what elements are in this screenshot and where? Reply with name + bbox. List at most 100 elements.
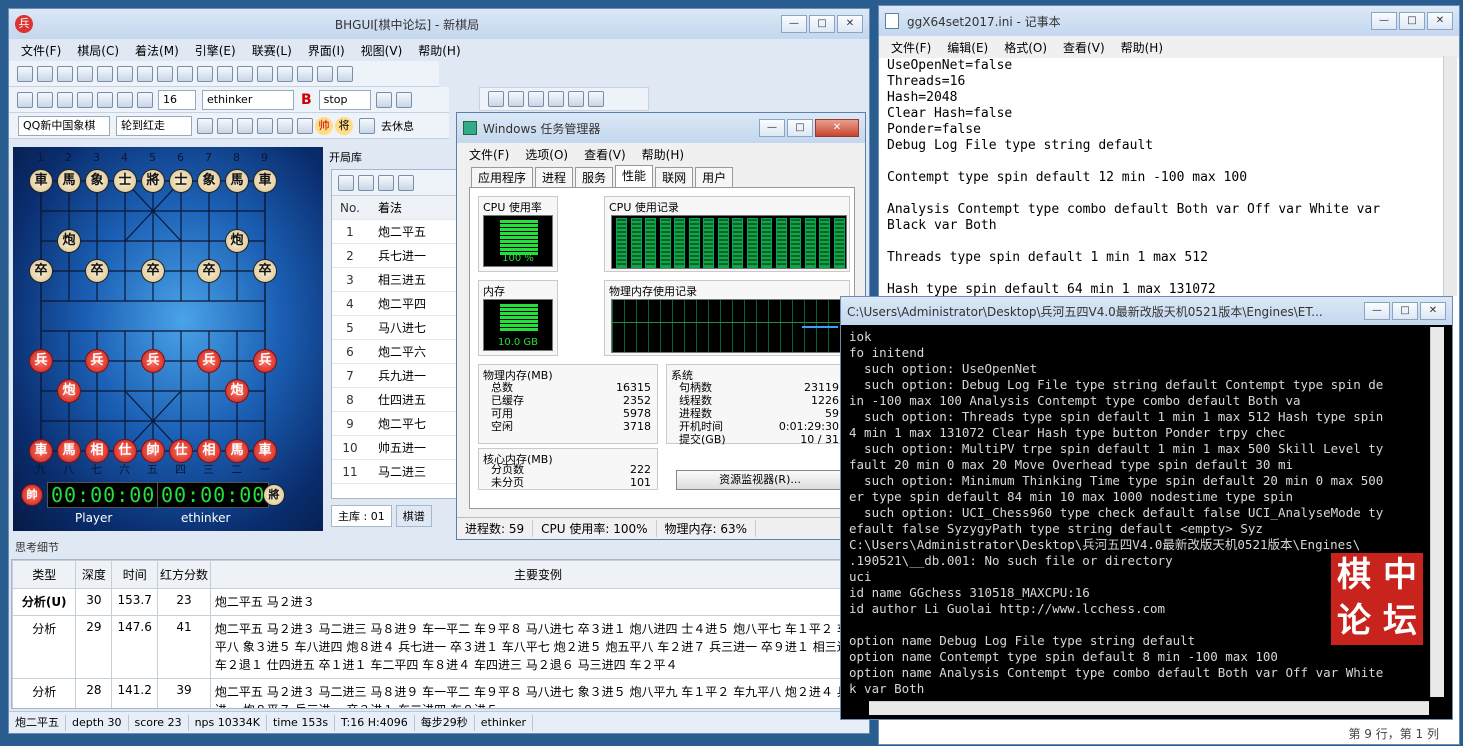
move-row[interactable]: 7 兵九进一: [332, 364, 460, 388]
black-piece[interactable]: 士: [169, 169, 193, 193]
ring-icon[interactable]: [277, 117, 293, 134]
tab-1[interactable]: 进程: [535, 167, 574, 187]
red-piece[interactable]: 兵: [253, 349, 277, 373]
red-piece[interactable]: 相: [85, 439, 109, 463]
table-icon[interactable]: [488, 91, 504, 107]
black-piece[interactable]: 車: [253, 169, 277, 193]
engine-icon[interactable]: [17, 91, 33, 108]
notepad-text-area[interactable]: UseOpenNet=false Threads=16 Hash=2048 Clear…: [887, 58, 1380, 298]
menu-item[interactable]: 帮助(H): [410, 42, 468, 59]
menu-item[interactable]: 棋局(C): [69, 42, 127, 59]
refresh-icon[interactable]: [117, 65, 133, 82]
rewind-icon[interactable]: [548, 91, 564, 107]
red-piece[interactable]: 兵: [197, 349, 221, 373]
engine-select[interactable]: ethinker: [202, 89, 294, 110]
black-piece[interactable]: 卒: [197, 259, 221, 283]
black-piece[interactable]: 象: [197, 169, 221, 193]
first-move-icon[interactable]: [177, 65, 193, 82]
table-row[interactable]: 分析 28 141.2 39 炮二平五 马２进３ 马二进三 马８进９ 车一平二 车９平８…: [12, 678, 866, 708]
undo-icon[interactable]: [257, 65, 273, 82]
np-minimize-button[interactable]: —: [1371, 12, 1397, 30]
notepad-titlebar[interactable]: ggX64set2017.ini - 记事本 — □ ✕: [879, 6, 1459, 36]
menu-item[interactable]: 文件(F): [461, 146, 517, 163]
help-icon[interactable]: [337, 65, 353, 82]
lock-icon[interactable]: [358, 174, 374, 191]
red-piece[interactable]: 車: [253, 439, 277, 463]
tm-close-button[interactable]: ✕: [815, 119, 859, 137]
window-icon[interactable]: [297, 65, 313, 82]
wand-icon[interactable]: [338, 174, 354, 191]
tab-4[interactable]: 联网: [655, 167, 694, 187]
layout-icon[interactable]: [317, 65, 333, 82]
menu-item[interactable]: 帮助(H): [634, 146, 692, 163]
column-header[interactable]: 红方分数: [157, 560, 211, 589]
platform-select[interactable]: QQ新中国象棋: [18, 115, 110, 136]
paste-icon[interactable]: [157, 65, 173, 82]
taskmgr-titlebar[interactable]: Windows 任务管理器 — □ ✕: [457, 113, 865, 143]
menu-item[interactable]: 联赛(L): [244, 42, 300, 59]
black-piece[interactable]: 卒: [85, 259, 109, 283]
close-button[interactable]: ✕: [837, 15, 863, 33]
red-piece[interactable]: 炮: [57, 379, 81, 403]
black-piece[interactable]: 馬: [225, 169, 249, 193]
menu-item[interactable]: 视图(V): [353, 42, 411, 59]
column-header[interactable]: 主要变例: [209, 560, 866, 589]
menu-item[interactable]: 文件(F): [13, 42, 69, 59]
resource-monitor-button[interactable]: 资源监视器(R)...: [676, 470, 844, 490]
black-piece[interactable]: 炮: [225, 229, 249, 253]
prev-move-icon[interactable]: [197, 65, 213, 82]
bhgui-titlebar[interactable]: 兵 BHGUI[棋中论坛] - 新棋局 — □ ✕: [9, 9, 869, 39]
red-piece[interactable]: 馬: [225, 439, 249, 463]
black-piece[interactable]: 車: [29, 169, 53, 193]
console-hscrollbar[interactable]: [869, 701, 1429, 715]
menu-item[interactable]: 文件(F): [883, 39, 939, 56]
column-header[interactable]: 深度: [75, 560, 113, 589]
black-piece[interactable]: 炮: [57, 229, 81, 253]
move-row[interactable]: 4 炮二平四: [332, 292, 460, 316]
copy-icon[interactable]: [137, 65, 153, 82]
table-row[interactable]: 分析 29 147.6 41 炮二平五 马２进３ 马二进三 马８进９ 车一平二 车９平８…: [12, 615, 866, 679]
con-minimize-button[interactable]: —: [1364, 302, 1390, 320]
menu-item[interactable]: 着法(M): [127, 42, 187, 59]
book-icon[interactable]: [375, 91, 392, 108]
shuai-icon[interactable]: 帅: [315, 116, 333, 135]
tab-5[interactable]: 用户: [695, 167, 734, 187]
turn-select[interactable]: 轮到红走: [116, 115, 192, 136]
stop-select[interactable]: stop: [318, 89, 371, 110]
maximize-button[interactable]: □: [809, 15, 835, 33]
tab-2[interactable]: 服务: [575, 167, 614, 187]
move-row[interactable]: 8 仕四进五: [332, 388, 460, 412]
tree-icon[interactable]: [395, 91, 412, 108]
con-close-button[interactable]: ✕: [1420, 302, 1446, 320]
move-row[interactable]: 11 马二进三: [332, 460, 460, 484]
menu-item[interactable]: 帮助(H): [1113, 39, 1171, 56]
np-close-button[interactable]: ✕: [1427, 12, 1453, 30]
menu-item[interactable]: 界面(I): [300, 42, 353, 59]
bulb-icon[interactable]: [97, 91, 113, 108]
np-maximize-button[interactable]: □: [1399, 12, 1425, 30]
xiangqi-board[interactable]: 123456789九八七六五四三二一 車馬象士將士象馬車炮炮卒卒卒卒卒兵兵兵兵兵…: [13, 147, 323, 531]
red-piece[interactable]: 仕: [169, 439, 193, 463]
move-row[interactable]: 1 炮二平五: [332, 220, 460, 244]
red-piece[interactable]: 仕: [113, 439, 137, 463]
minimize-button[interactable]: —: [781, 15, 807, 33]
screen-icon[interactable]: [57, 91, 73, 108]
menu-item[interactable]: 引擎(E): [187, 42, 244, 59]
con-maximize-button[interactable]: □: [1392, 302, 1418, 320]
move-row[interactable]: 6 炮二平六: [332, 340, 460, 364]
edit-icon[interactable]: [277, 65, 293, 82]
depth-select[interactable]: 16: [158, 89, 196, 110]
monitor-icon[interactable]: [37, 91, 53, 108]
black-piece[interactable]: 象: [85, 169, 109, 193]
black-piece[interactable]: 將: [141, 169, 165, 193]
menu-item[interactable]: 查看(V): [1055, 39, 1113, 56]
jiang-icon[interactable]: 将: [335, 116, 353, 135]
notepad-scrollbar[interactable]: [1443, 56, 1457, 296]
red-piece[interactable]: 帥: [141, 439, 165, 463]
black-piece[interactable]: 馬: [57, 169, 81, 193]
print2-icon[interactable]: [528, 91, 544, 107]
bold-b-icon[interactable]: B: [301, 92, 312, 108]
target-icon[interactable]: [137, 91, 153, 108]
black-piece[interactable]: 士: [113, 169, 137, 193]
flip-icon[interactable]: [77, 65, 93, 82]
